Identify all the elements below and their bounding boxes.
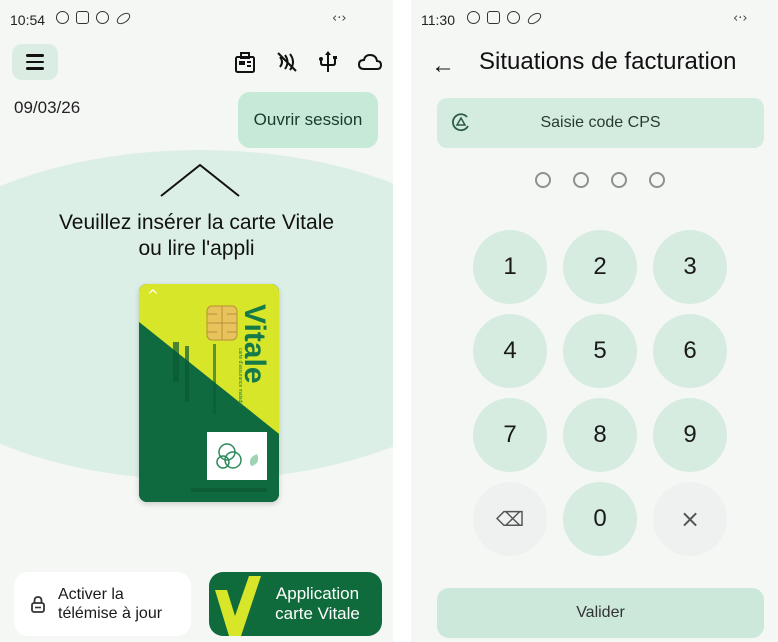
cps-code-field[interactable]: Saisie code CPS	[437, 98, 764, 148]
cps-code-label: Saisie code CPS	[540, 114, 661, 131]
activate-remote-update-button[interactable]: Activer la télémise à jour	[14, 572, 191, 636]
status-icons	[56, 10, 133, 27]
shield-icon	[507, 11, 520, 24]
vitale-app-label-line-2: carte Vitale	[275, 604, 360, 623]
link-icon	[525, 10, 544, 27]
activate-label-line-2: télémise à jour	[58, 605, 163, 622]
vpn-icon	[56, 11, 69, 24]
back-arrow-icon[interactable]: ←	[431, 52, 455, 80]
sim-icon	[76, 11, 89, 24]
toolbar-icons	[233, 50, 383, 74]
instruction-line-1: Veuillez insérer la carte Vitale	[58, 211, 335, 234]
key-3[interactable]: 3	[653, 230, 727, 304]
vitale-app-label-line-1: Application	[275, 584, 360, 603]
status-time: 10:54	[10, 12, 46, 28]
contactless-off-icon[interactable]	[275, 50, 299, 74]
menu-button[interactable]	[12, 44, 58, 80]
key-0[interactable]: 0	[563, 482, 637, 556]
key-7[interactable]: 7	[473, 398, 547, 472]
home-screen: 10:54 ‹·› 09/03/26 Ouvrir session Veuill…	[0, 0, 393, 642]
instruction-line-2: ou lire l'appli	[138, 237, 255, 260]
key-8[interactable]: 8	[563, 398, 637, 472]
vitale-app-button[interactable]: Application carte Vitale	[209, 572, 382, 636]
card-caret: ^	[147, 288, 159, 304]
network-indicator: ‹·›	[733, 11, 748, 26]
card-reader-icon[interactable]	[233, 50, 257, 74]
vitale-app-label: Application carte Vitale	[255, 584, 380, 624]
current-date: 09/03/26	[14, 98, 81, 117]
status-bar: 11:30 ‹·›	[411, 0, 778, 38]
usb-icon[interactable]	[317, 50, 339, 74]
key-4[interactable]: 4	[473, 314, 547, 388]
hamburger-menu-icon	[26, 54, 44, 57]
lock-icon	[31, 596, 45, 613]
page-title: Situations de facturation	[479, 48, 737, 75]
open-session-button[interactable]: Ouvrir session	[238, 92, 378, 148]
cloud-icon[interactable]	[357, 50, 383, 74]
sim-icon	[487, 11, 500, 24]
activate-remote-update-label: Activer la télémise à jour	[58, 585, 162, 623]
vitale-card-illustration: ^ Vitale carte d'assurance maladie	[139, 284, 279, 502]
insert-card-instruction: Veuillez insérer la carte Vitale ou lire…	[0, 210, 393, 262]
key-6[interactable]: 6	[653, 314, 727, 388]
key-1[interactable]: 1	[473, 230, 547, 304]
pin-dot	[535, 172, 551, 188]
billing-situations-screen: 11:30 ‹·› ← Situations de facturation Sa…	[411, 0, 778, 642]
chevron-up-icon	[160, 163, 240, 197]
key-2[interactable]: 2	[563, 230, 637, 304]
pin-dot	[573, 172, 589, 188]
vpn-icon	[467, 11, 480, 24]
status-time: 11:30	[421, 12, 455, 28]
link-icon	[114, 10, 133, 27]
activate-label-line-1: Activer la	[58, 586, 124, 603]
key-9[interactable]: 9	[653, 398, 727, 472]
card-subtitle-text: carte d'assurance maladie	[237, 348, 243, 406]
shield-icon	[96, 11, 109, 24]
pin-dot	[611, 172, 627, 188]
status-bar: 10:54 ‹·›	[0, 0, 393, 38]
key-5[interactable]: 5	[563, 314, 637, 388]
pin-dot	[649, 172, 665, 188]
backspace-key[interactable]: ⌫	[473, 482, 547, 556]
status-icons	[467, 10, 544, 27]
vitale-card-graphic: ^ Vitale carte d'assurance maladie	[139, 284, 279, 502]
validate-button[interactable]: Valider	[437, 588, 764, 638]
clear-key[interactable]: ×	[653, 482, 727, 556]
network-indicator: ‹·›	[332, 11, 347, 26]
pin-dots	[535, 172, 665, 188]
